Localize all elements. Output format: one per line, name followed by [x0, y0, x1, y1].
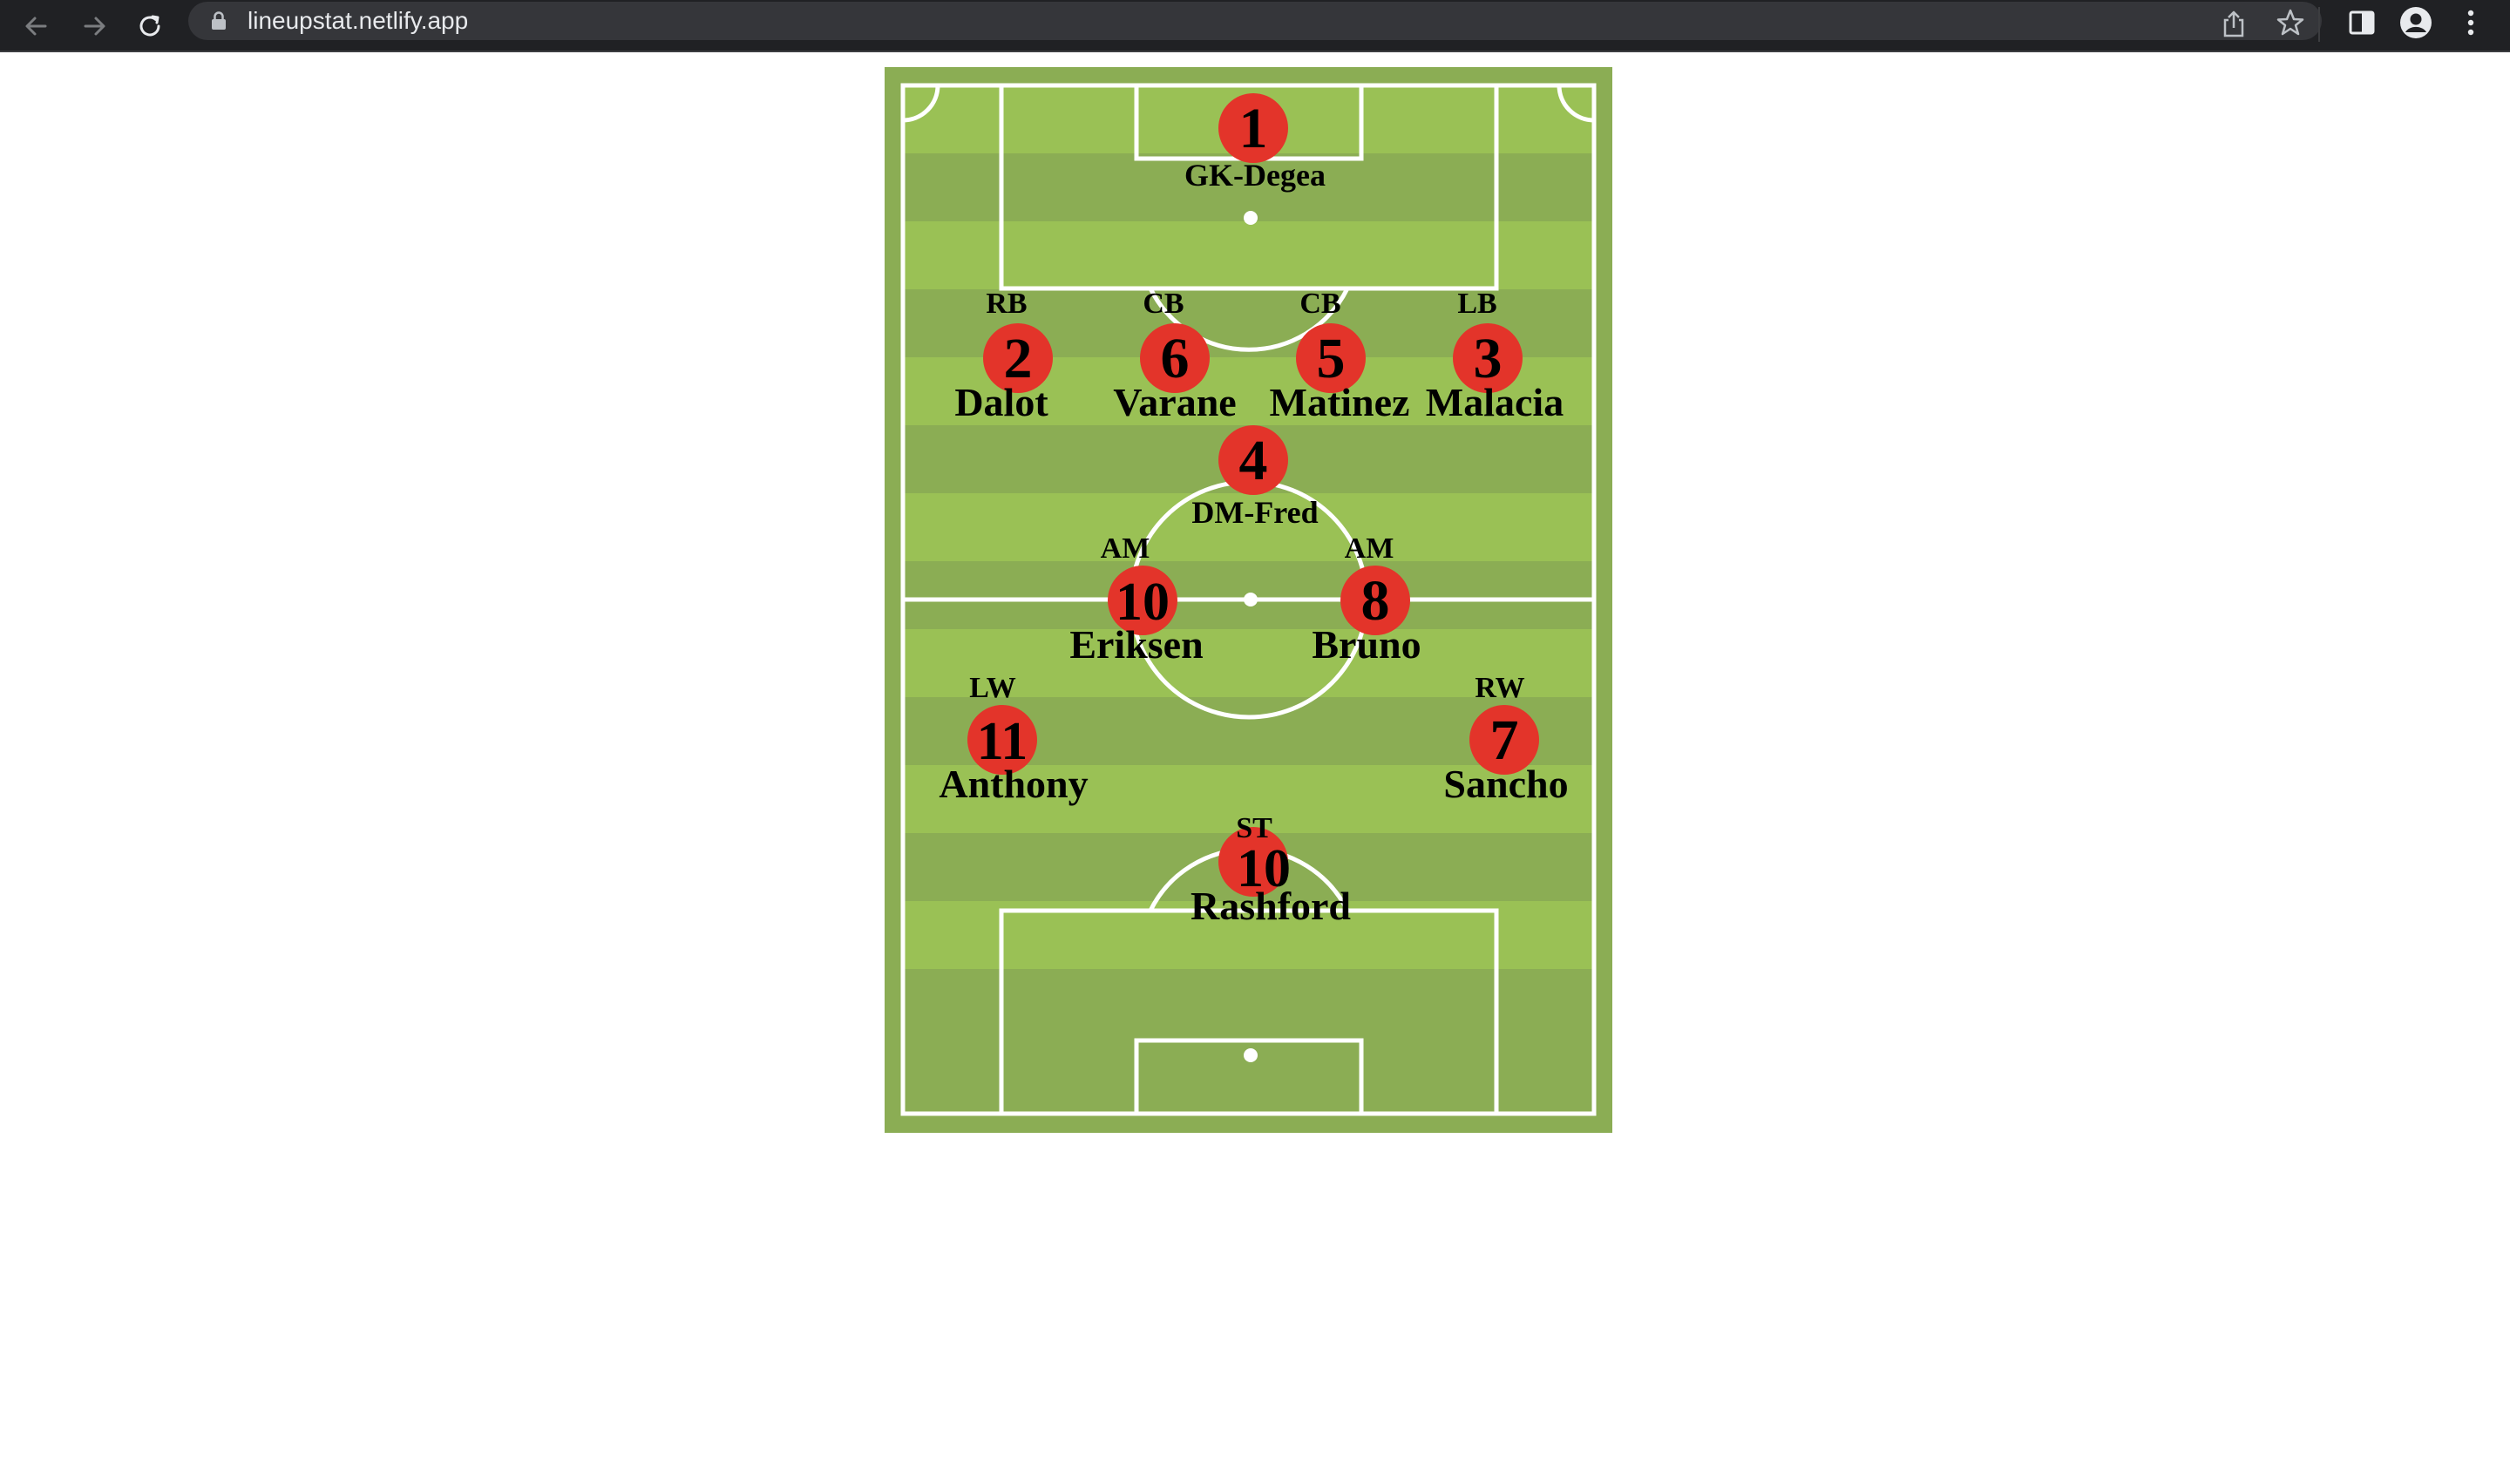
center-spot — [1244, 593, 1258, 606]
forward-arrow-icon — [84, 17, 105, 36]
player-position: ST — [1236, 812, 1272, 844]
player-name: Varane — [1113, 380, 1236, 424]
reload-icon — [139, 15, 160, 37]
bottom-penalty-spot — [1244, 1048, 1258, 1062]
back-button[interactable] — [17, 7, 56, 45]
pitch-stripe — [903, 221, 1594, 289]
top-penalty-spot — [1244, 211, 1258, 225]
player-number: 1 — [1239, 97, 1268, 160]
pitch-stripe — [903, 969, 1594, 1037]
toolbar-divider — [2318, 7, 2320, 42]
share-icon[interactable] — [2219, 9, 2249, 40]
player-position: AM — [1345, 532, 1394, 565]
lineup-pitch: 1 GK-Degea 2 RB Dalot 6 CB Varane 5 CB Matinez 3 LB M… — [885, 67, 1612, 1133]
player-name: Sancho — [1443, 762, 1568, 806]
kebab-menu-icon[interactable] — [2458, 5, 2484, 40]
address-bar[interactable] — [188, 2, 2322, 40]
player-position: AM — [1101, 532, 1150, 565]
player-name: Anthony — [939, 762, 1088, 806]
player-name: Dalot — [954, 380, 1048, 424]
profile-icon[interactable] — [2398, 5, 2433, 40]
reload-button[interactable] — [131, 7, 169, 45]
forward-button[interactable] — [75, 7, 113, 45]
player-name: Rashford — [1191, 884, 1351, 928]
back-arrow-icon — [25, 17, 47, 36]
star-icon[interactable] — [2275, 7, 2306, 38]
player-position: LB — [1457, 288, 1496, 320]
player-position: CB — [1143, 288, 1184, 320]
player-name: Malacia — [1426, 380, 1564, 424]
player-name: GK-Degea — [1184, 158, 1326, 193]
player-name: Bruno — [1312, 622, 1421, 667]
player-position: CB — [1299, 288, 1340, 320]
player-name: DM-Fred — [1191, 495, 1318, 530]
pitch-graphic: 1GK-Degea2RBDalot6CBVarane5CBMatinez3LBM… — [885, 67, 1612, 1133]
player-name: Eriksen — [1069, 622, 1203, 667]
side-panel-icon[interactable] — [2346, 7, 2378, 38]
url-text[interactable]: lineupstat.netlify.app — [248, 5, 468, 37]
player-position: RB — [986, 288, 1027, 320]
lock-icon[interactable] — [209, 10, 228, 31]
player-number: 4 — [1239, 429, 1268, 492]
player-position: LW — [969, 672, 1016, 704]
player-name: Matinez — [1270, 380, 1410, 424]
player-position: RW — [1475, 672, 1524, 704]
browser-toolbar: lineupstat.netlify.app — [0, 0, 2510, 52]
